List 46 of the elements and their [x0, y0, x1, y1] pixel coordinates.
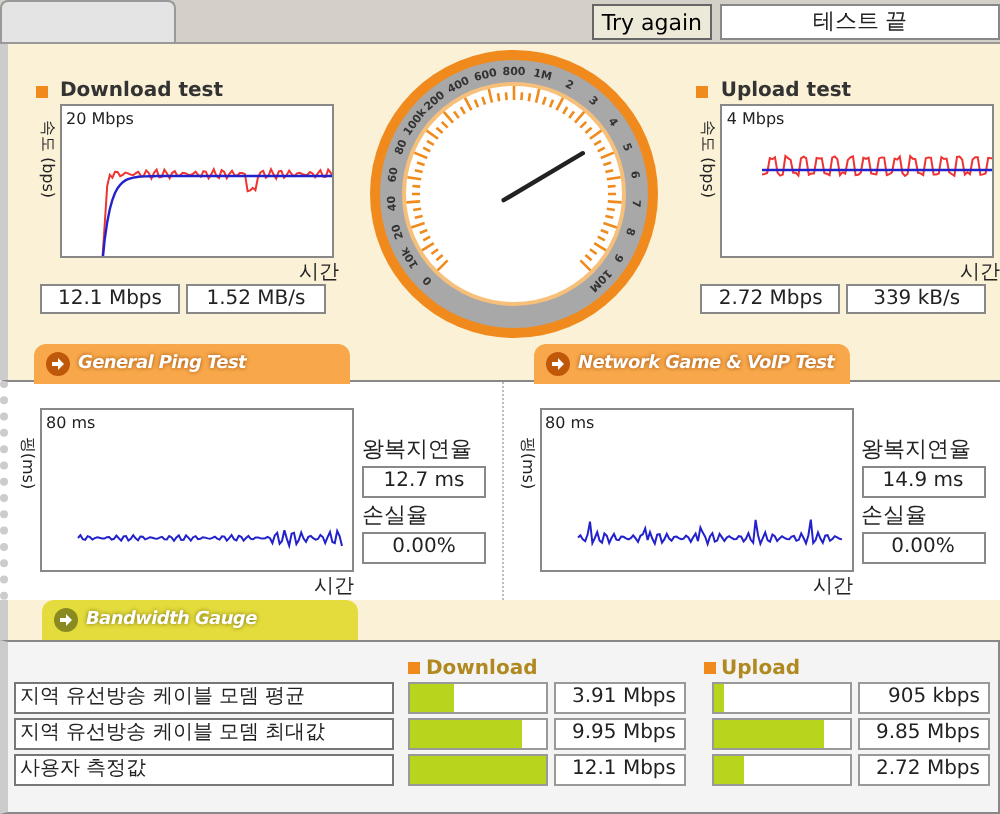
- value-cell: 905 kbps: [858, 682, 990, 714]
- value-cell: 3.91 Mbps: [554, 682, 686, 714]
- value-cell: 12.1 Mbps: [554, 754, 686, 786]
- value-cell: 9.95 Mbps: [554, 718, 686, 750]
- axis-label: 핑(ms): [17, 434, 39, 494]
- section-tab[interactable]: General Ping Test: [34, 344, 350, 384]
- scale-label: 20 Mbps: [66, 110, 134, 128]
- stat-label: 손실율: [362, 500, 430, 530]
- reading-field: 339 kB/s: [846, 284, 987, 314]
- scale-label: 80 ms: [46, 414, 96, 432]
- axis-label: 속도 (bps): [37, 117, 59, 203]
- row-label: 사용자 측정값: [14, 754, 394, 786]
- reading-field: 1.52 MB/s: [186, 284, 326, 314]
- arrow-icon: [46, 352, 70, 376]
- row-label: 지역 유선방송 케이블 모뎀 최대값: [14, 718, 394, 750]
- loss-field: 0.00%: [861, 532, 985, 564]
- axis-label: 시간: [314, 574, 354, 598]
- section-tab[interactable]: Bandwidth Gauge: [42, 600, 358, 640]
- loss-field: 0.00%: [362, 532, 486, 564]
- axis-label: 시간: [813, 574, 853, 598]
- latency-field: 14.9 ms: [861, 466, 985, 498]
- column-header: Upload: [703, 654, 998, 682]
- blank-tab[interactable]: [0, 0, 176, 42]
- stat-label: 왕복지연율: [362, 434, 474, 464]
- status-field: 테스트 끝: [720, 4, 1000, 40]
- reading-field: 2.72 Mbps: [700, 284, 841, 314]
- latency-field: 12.7 ms: [362, 466, 486, 498]
- section-title: Download test: [36, 78, 340, 104]
- section-title: Upload test: [696, 78, 1000, 104]
- scale-label: 4 Mbps: [726, 110, 785, 128]
- arrow-icon: [546, 352, 570, 376]
- axis-label: 핑(ms): [516, 434, 538, 494]
- section-tab[interactable]: Network Game & VoIP Test: [534, 344, 850, 384]
- axis-label: 시간: [299, 260, 340, 284]
- scale-label: 80 ms: [545, 414, 595, 432]
- axis-label: 시간: [960, 260, 1000, 284]
- row-label: 지역 유선방송 케이블 모뎀 평균: [14, 682, 394, 714]
- reading-field: 12.1 Mbps: [40, 284, 180, 314]
- value-cell: 2.72 Mbps: [858, 754, 990, 786]
- stat-label: 왕복지연율: [861, 434, 973, 464]
- axis-label: 속도 (bps): [697, 117, 720, 203]
- value-cell: 9.85 Mbps: [858, 718, 990, 750]
- column-header: Download: [408, 654, 703, 682]
- arrow-icon: [54, 608, 78, 632]
- try-again-button[interactable]: Try again: [591, 4, 712, 40]
- stat-label: 손실율: [861, 500, 929, 530]
